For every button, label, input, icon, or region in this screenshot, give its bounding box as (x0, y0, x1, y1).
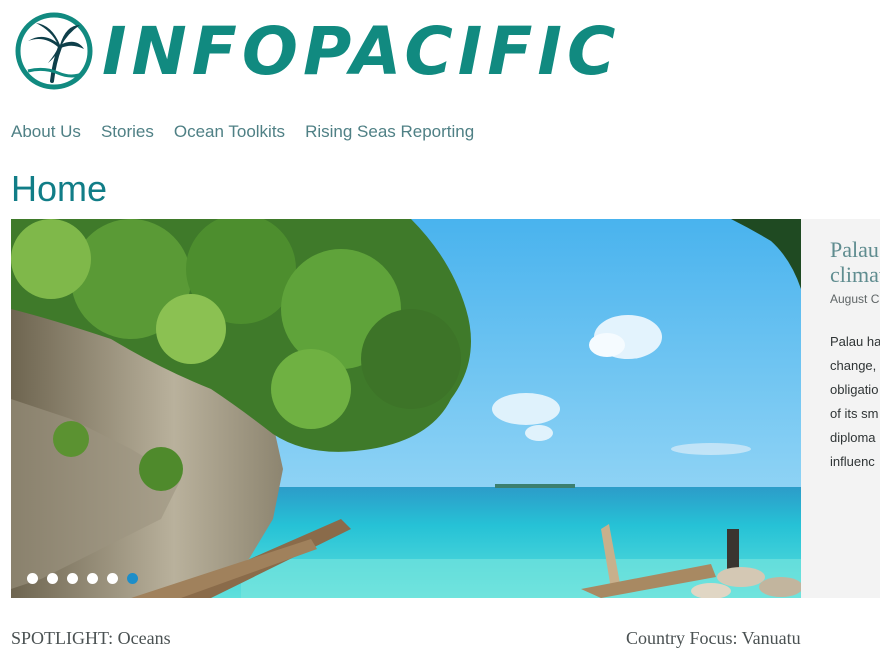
slider-dot-5[interactable] (107, 573, 118, 584)
main-nav: About Us Stories Ocean Toolkits Rising S… (11, 121, 474, 143)
slide-date: August C (830, 292, 880, 306)
slider-dot-2[interactable] (47, 573, 58, 584)
site-title: INFOPACIFIC (102, 13, 621, 90)
site-logo[interactable]: INFOPACIFIC (14, 11, 615, 91)
slider-pagination (27, 573, 138, 584)
slider-dot-3[interactable] (67, 573, 78, 584)
featured-slider: Palauclimate August C Palau hachange,obl… (11, 219, 880, 598)
country-focus-heading: Country Focus: Vanuatu (626, 628, 801, 648)
slide-caption-panel: Palauclimate August C Palau hachange,obl… (801, 219, 880, 598)
nav-item-ocean-toolkits[interactable]: Ocean Toolkits (174, 121, 285, 143)
slider-dot-4[interactable] (87, 573, 98, 584)
nav-item-about-us[interactable]: About Us (11, 121, 81, 143)
slider-dot-6-active[interactable] (127, 573, 138, 584)
slider-dot-1[interactable] (27, 573, 38, 584)
slide-excerpt: Palau ha change, obligatio of its sm diploma… (830, 334, 880, 469)
palm-tree-icon (15, 12, 93, 90)
slide-image[interactable] (11, 219, 801, 598)
nav-item-rising-seas-reporting[interactable]: Rising Seas Reporting (305, 121, 474, 143)
slide-title-link[interactable]: Palauclimate (830, 237, 880, 287)
beach-photo (11, 219, 801, 598)
nav-item-stories[interactable]: Stories (101, 121, 154, 143)
page-title: Home (11, 168, 108, 209)
spotlight-heading: SPOTLIGHT: Oceans (11, 628, 171, 648)
